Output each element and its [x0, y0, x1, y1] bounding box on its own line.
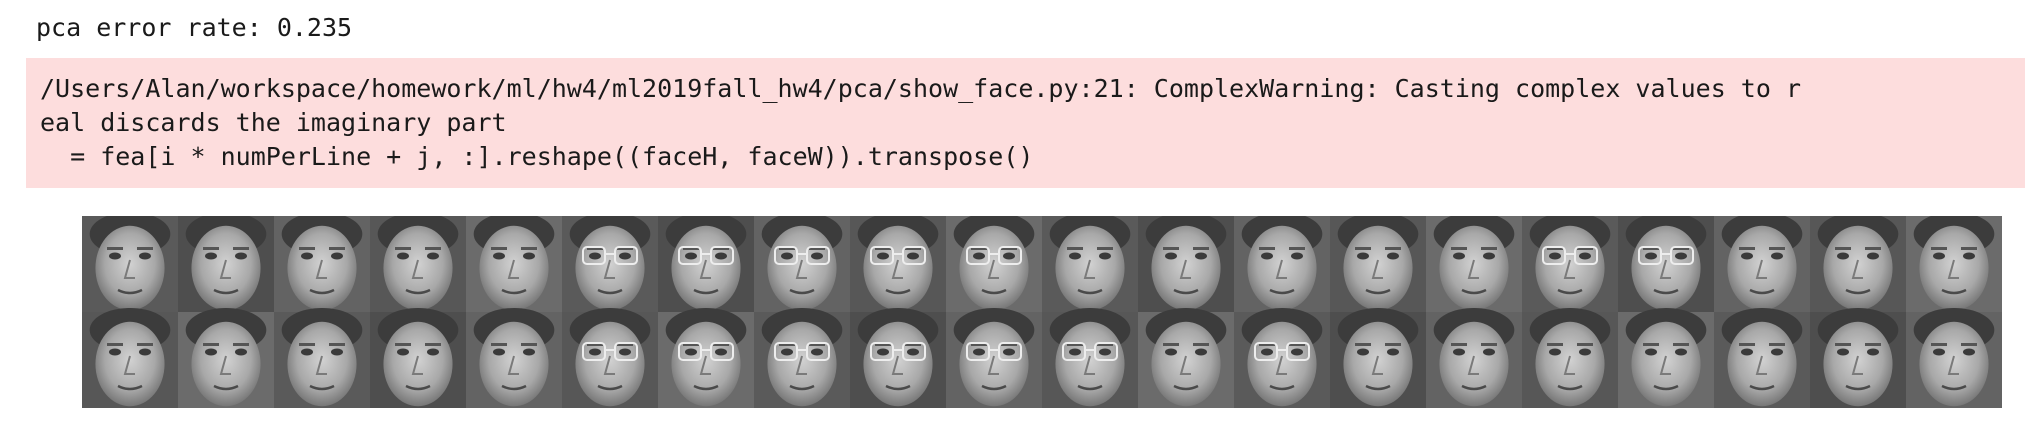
face-tile [82, 216, 178, 312]
face-tile [466, 308, 562, 408]
face-tile [370, 308, 466, 408]
stdout-line: pca error rate: 0.235 [36, 13, 353, 42]
face-tile [1330, 308, 1426, 408]
face-montage-image [82, 216, 2002, 408]
face-tile [82, 308, 178, 408]
face-tile [1522, 308, 1618, 408]
face-tile [658, 308, 754, 408]
face-tile [1618, 216, 1714, 312]
face-tile [1810, 308, 1906, 408]
face-tile [1138, 308, 1234, 408]
face-tile [658, 216, 754, 312]
face-tile [1426, 216, 1522, 312]
face-tile [370, 216, 466, 312]
face-grid [82, 216, 2002, 408]
face-tile [1618, 308, 1714, 408]
face-tile [850, 216, 946, 312]
face-tile [1426, 308, 1522, 408]
face-tile [1234, 216, 1330, 312]
face-tile [946, 308, 1042, 408]
face-tile [178, 308, 274, 408]
face-tile [1714, 216, 1810, 312]
face-tile [1906, 308, 2002, 408]
face-tile [562, 308, 658, 408]
face-tile [1714, 308, 1810, 408]
face-tile [946, 216, 1042, 312]
stderr-line: eal discards the imaginary part [40, 108, 507, 137]
face-tile [1522, 216, 1618, 312]
face-tile [274, 216, 370, 312]
face-tile [1138, 216, 1234, 312]
face-tile [850, 308, 946, 408]
stderr-line: = fea[i * numPerLine + j, :].reshape((fa… [40, 142, 1034, 171]
face-tile [1906, 216, 2002, 312]
face-tile [1810, 216, 1906, 312]
face-tile [178, 216, 274, 312]
face-tile [466, 216, 562, 312]
face-tile [754, 308, 850, 408]
stderr-warning-block: /Users/Alan/workspace/homework/ml/hw4/ml… [26, 58, 2025, 188]
face-tile [274, 308, 370, 408]
face-tile [562, 216, 658, 312]
face-tile [1330, 216, 1426, 312]
face-tile [1234, 308, 1330, 408]
face-tile [754, 216, 850, 312]
stderr-line: /Users/Alan/workspace/homework/ml/hw4/ml… [40, 74, 1801, 103]
face-tile [1042, 216, 1138, 312]
face-tile [1042, 308, 1138, 408]
